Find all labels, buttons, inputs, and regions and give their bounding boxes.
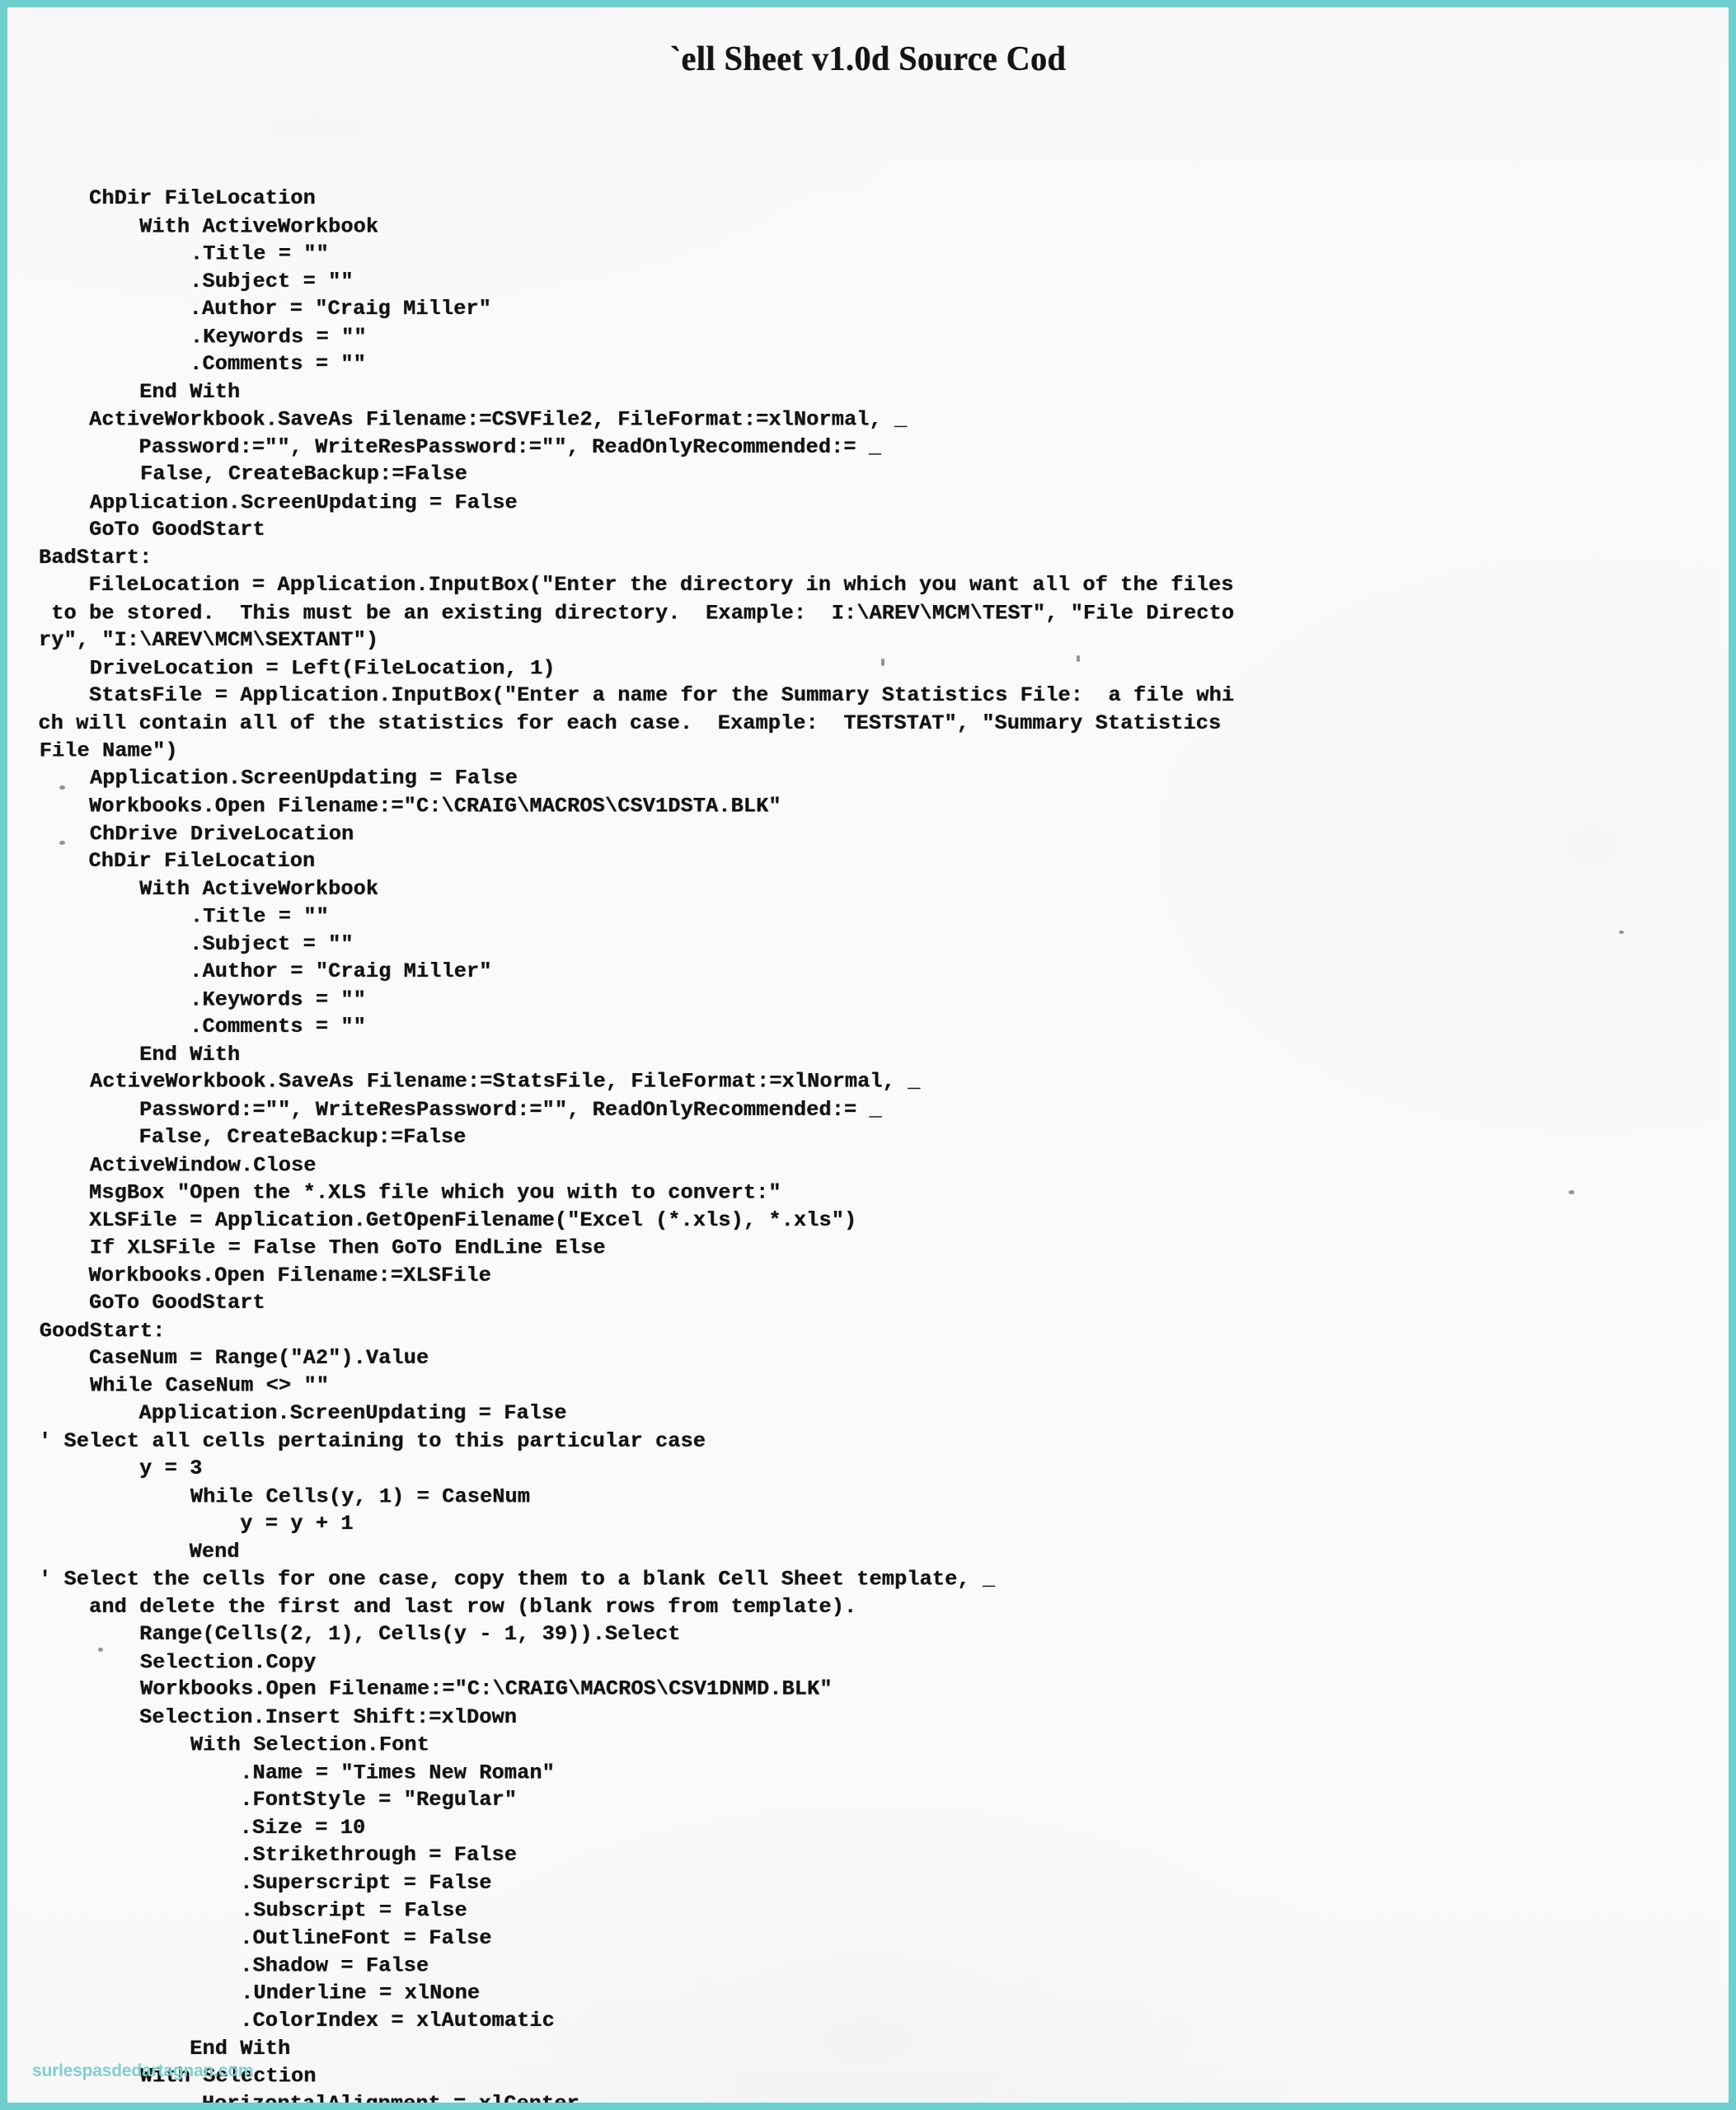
code-line: .OutlineFont = False [39, 1925, 492, 1950]
code-line: Workbooks.Open Filename:="C:\CRAIG\MACRO… [39, 1676, 833, 1701]
code-line: .Keywords = "" [39, 987, 366, 1011]
code-line: Selection.Copy [39, 1649, 317, 1674]
code-line: .Superscript = False [39, 1870, 492, 1895]
code-line: End With [39, 2036, 291, 2061]
code-line: .HorizontalAlignment = xlCenter [38, 2091, 579, 2110]
watermark: surlespasdedartagnan.com [32, 2061, 254, 2080]
code-line: Workbooks.Open Filename:=XLSFile [38, 1263, 491, 1287]
code-line: False, CreateBackup:=False [38, 1125, 467, 1149]
code-line: While Cells(y, 1) = CaseNum [39, 1484, 531, 1508]
code-line: .Comments = "" [39, 1015, 366, 1039]
code-line: ry", "I:\AREV\MCM\SEXTANT") [39, 628, 379, 652]
code-line: ChDir FileLocation [38, 849, 316, 873]
code-line: ChDrive DriveLocation [39, 821, 354, 846]
scan-speck [1569, 1190, 1574, 1194]
scan-speck [1619, 931, 1624, 934]
code-line: .Underline = xlNone [39, 1981, 481, 2005]
code-line: y = 3 [39, 1456, 203, 1480]
code-line: Password:="", WriteResPassword:="", Read… [39, 1097, 882, 1122]
code-line: to be stored. This must be an existing d… [39, 601, 1235, 625]
code-line: .Subject = "" [39, 931, 354, 956]
code-line: .Size = 10 [38, 1815, 366, 1840]
code-line: With ActiveWorkbook [39, 214, 379, 238]
code-line: Application.ScreenUpdating = False [39, 766, 518, 790]
code-line: .Title = "" [39, 241, 329, 266]
code-line: Selection.Insert Shift:=xlDown [39, 1704, 518, 1729]
scan-speck [1077, 655, 1080, 662]
code-line: MsgBox "Open the *.XLS file which you wi… [39, 1180, 781, 1205]
code-line: GoodStart: [39, 1318, 166, 1343]
code-line: With ActiveWorkbook [39, 876, 379, 901]
code-line: While CaseNum <> "" [39, 1373, 330, 1398]
code-line: Wend [38, 1539, 240, 1564]
code-line: .FontStyle = "Regular" [39, 1788, 518, 1812]
source-code-listing: ChDir FileLocation With ActiveWorkbook .… [38, 185, 1712, 2110]
code-line: .Author = "Craig Miller" [38, 297, 491, 321]
code-line: Workbooks.Open Filename:="C:\CRAIG\MACRO… [39, 794, 781, 818]
code-line: .Author = "Craig Miller" [39, 959, 492, 983]
code-line: .Subject = "" [39, 269, 354, 293]
code-line: ' Select the cells for one case, copy th… [39, 1567, 996, 1592]
code-line: Application.ScreenUpdating = False [38, 1401, 567, 1425]
code-line: FileLocation = Application.InputBox("Ent… [38, 573, 1234, 597]
code-line: GoTo GoodStart [39, 1291, 265, 1315]
code-line: ActiveWorkbook.SaveAs Filename:=StatsFil… [39, 1069, 921, 1094]
code-line: .ColorIndex = xlAutomatic [39, 2009, 555, 2033]
code-line: .Name = "Times New Roman" [39, 1761, 555, 1784]
code-line: CaseNum = Range("A2").Value [39, 1346, 429, 1370]
code-line: End With [39, 379, 241, 404]
code-line: and delete the first and last row (blank… [39, 1594, 857, 1619]
code-line: .Strikethrough = False [39, 1843, 518, 1867]
code-line: End With [39, 1042, 241, 1067]
code-line: .Title = "" [39, 904, 329, 929]
code-line: .Shadow = False [39, 1953, 429, 1978]
code-line: ChDir FileLocation [39, 186, 316, 210]
code-line: StatsFile = Application.InputBox("Enter … [39, 683, 1235, 707]
code-line: .Comments = "" [39, 352, 366, 376]
page-title: `ell Sheet v1.0d Source Cod [669, 38, 1067, 78]
code-line: File Name") [39, 738, 178, 763]
code-line: DriveLocation = Left(FileLocation, 1) [39, 655, 556, 680]
code-line: XLSFile = Application.GetOpenFilename("E… [39, 1207, 857, 1232]
scan-speck [98, 1648, 103, 1652]
scan-speck [59, 841, 65, 845]
code-line: ActiveWindow.Close [39, 1152, 317, 1177]
code-line: With Selection.Font [39, 1733, 429, 1757]
code-line: ' Select all cells pertaining to this pa… [39, 1428, 706, 1453]
code-line: Application.ScreenUpdating = False [39, 490, 518, 514]
code-line: Range(Cells(2, 1), Cells(y - 1, 39)).Sel… [39, 1622, 681, 1646]
code-line: BadStart: [39, 545, 152, 570]
code-line: ActiveWorkbook.SaveAs Filename:=CSVFile2… [39, 407, 908, 432]
code-line: With Selection [39, 2064, 317, 2089]
scan-speck [59, 785, 65, 790]
scanned-page: `ell Sheet v1.0d Source Cod ChDir FileLo… [0, 0, 1736, 2110]
code-line: GoTo GoodStart [39, 518, 265, 542]
code-line: .Subscript = False [39, 1898, 467, 1923]
code-line: .Keywords = "" [39, 324, 367, 349]
scan-speck [881, 659, 884, 666]
code-line: If XLSFile = False Then GoTo EndLine Els… [39, 1236, 606, 1260]
code-line: Password:="", WriteResPassword:="", Read… [38, 434, 882, 459]
code-line: False, CreateBackup:=False [39, 462, 467, 486]
code-line: y = y + 1 [39, 1512, 354, 1536]
code-line: ch will contain all of the statistics fo… [38, 710, 1222, 735]
